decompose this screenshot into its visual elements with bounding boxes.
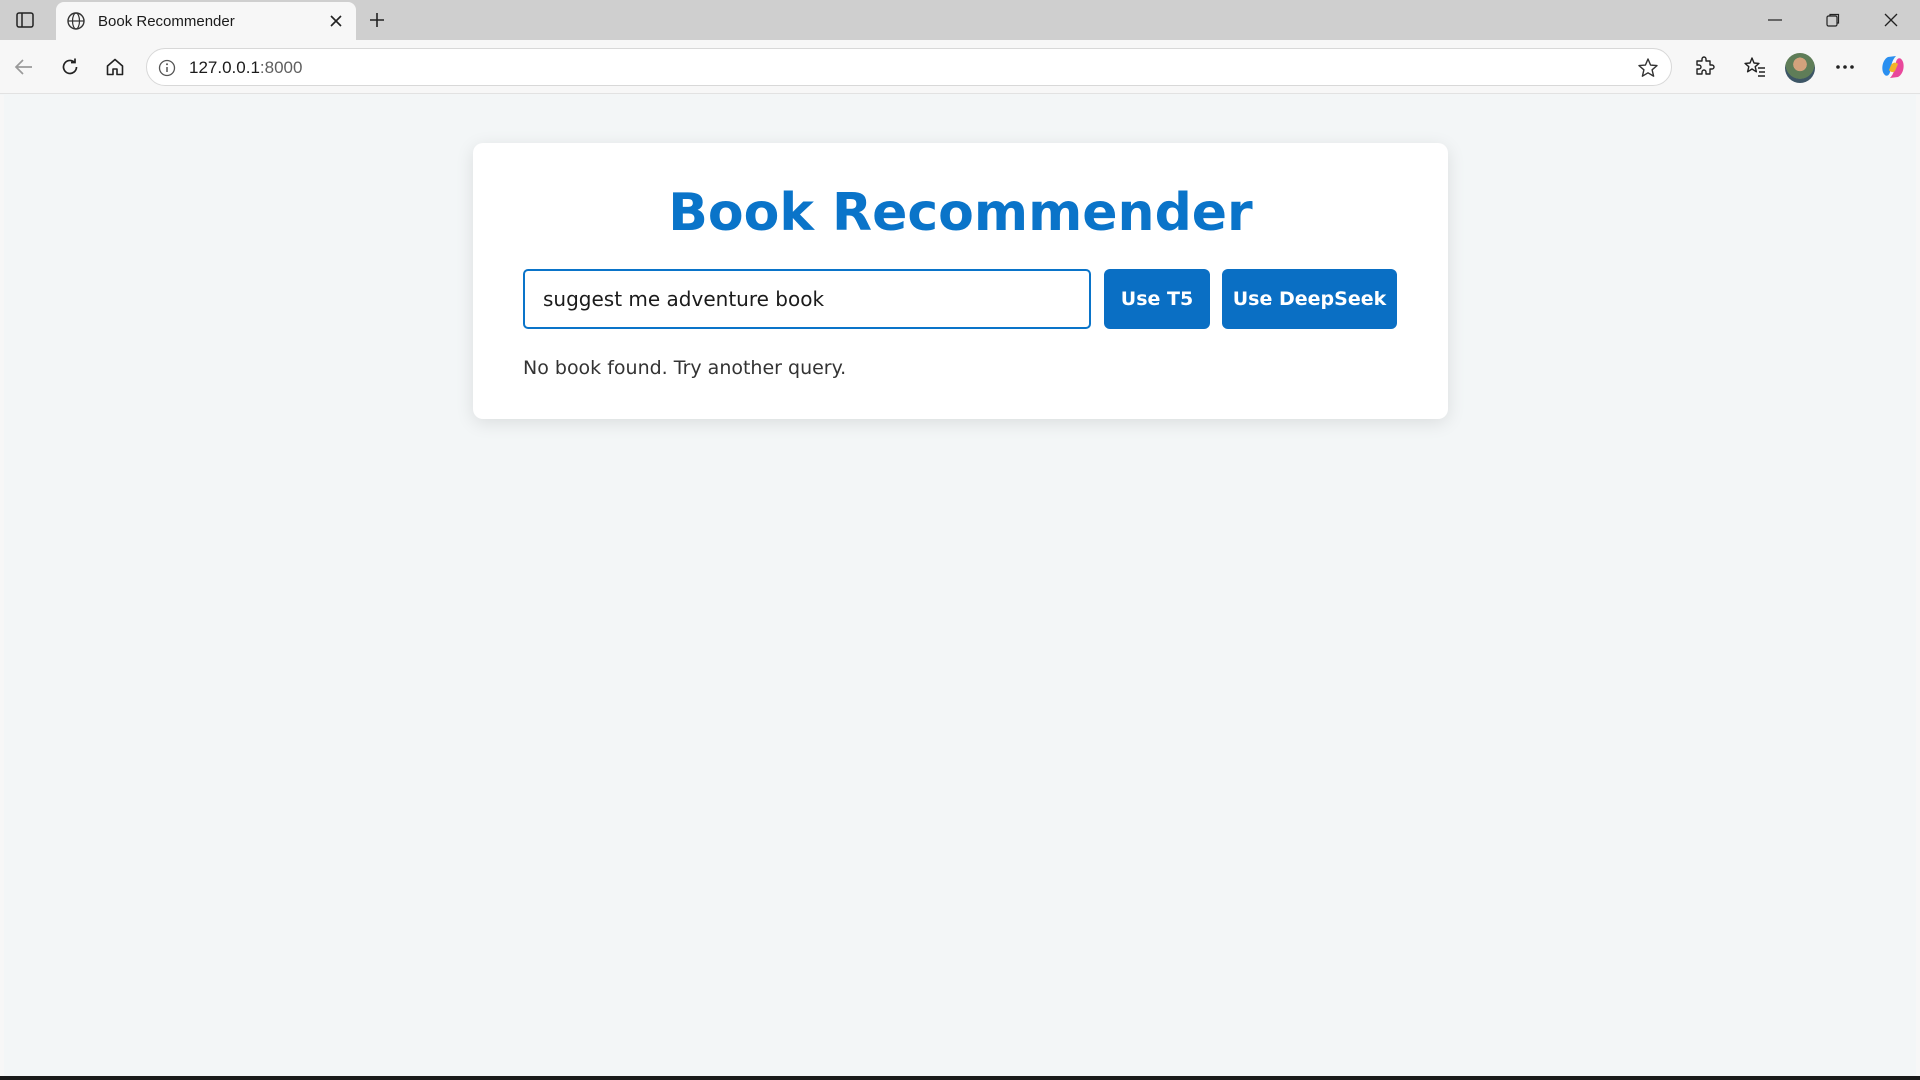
page-viewport: Book Recommender Use T5 Use DeepSeek No … — [4, 95, 1916, 1076]
window-edge-right — [1916, 95, 1920, 1076]
browser-tab[interactable]: Book Recommender — [56, 2, 356, 40]
search-input[interactable] — [523, 269, 1091, 329]
sidebar-toggle-icon[interactable] — [10, 8, 40, 32]
plus-icon[interactable] — [362, 6, 392, 34]
browser-titlebar: Book Recommender — [0, 0, 1920, 40]
url-host: 127.0.0.1 — [189, 58, 260, 77]
extensions-icon[interactable] — [1688, 51, 1720, 83]
page-title: Book Recommender — [668, 183, 1253, 243]
restore-icon[interactable] — [1804, 0, 1862, 40]
close-window-icon[interactable] — [1862, 0, 1920, 40]
more-icon[interactable] — [1829, 51, 1861, 83]
favorites-icon[interactable] — [1739, 51, 1771, 83]
result-message: No book found. Try another query. — [523, 357, 847, 379]
url-text[interactable]: 127.0.0.1:8000 — [189, 58, 302, 78]
back-icon[interactable] — [8, 51, 40, 83]
minimize-icon[interactable] — [1746, 0, 1804, 40]
star-icon[interactable] — [1635, 55, 1661, 81]
recommender-card: Book Recommender Use T5 Use DeepSeek No … — [473, 143, 1448, 419]
use-deepseek-button[interactable]: Use DeepSeek — [1222, 269, 1397, 329]
home-icon[interactable] — [99, 51, 131, 83]
use-t5-button[interactable]: Use T5 — [1104, 269, 1210, 329]
taskbar-edge — [0, 1076, 1920, 1080]
globe-icon — [64, 9, 88, 33]
tab-title: Book Recommender — [98, 12, 235, 30]
refresh-icon[interactable] — [54, 51, 86, 83]
avatar[interactable] — [1785, 53, 1815, 83]
address-bar[interactable]: 127.0.0.1:8000 — [146, 48, 1672, 86]
browser-toolbar: 127.0.0.1:8000 — [0, 40, 1920, 94]
copilot-icon[interactable] — [1878, 52, 1908, 82]
close-icon[interactable] — [322, 7, 350, 35]
url-port: :8000 — [259, 58, 303, 77]
info-icon[interactable] — [155, 56, 179, 80]
